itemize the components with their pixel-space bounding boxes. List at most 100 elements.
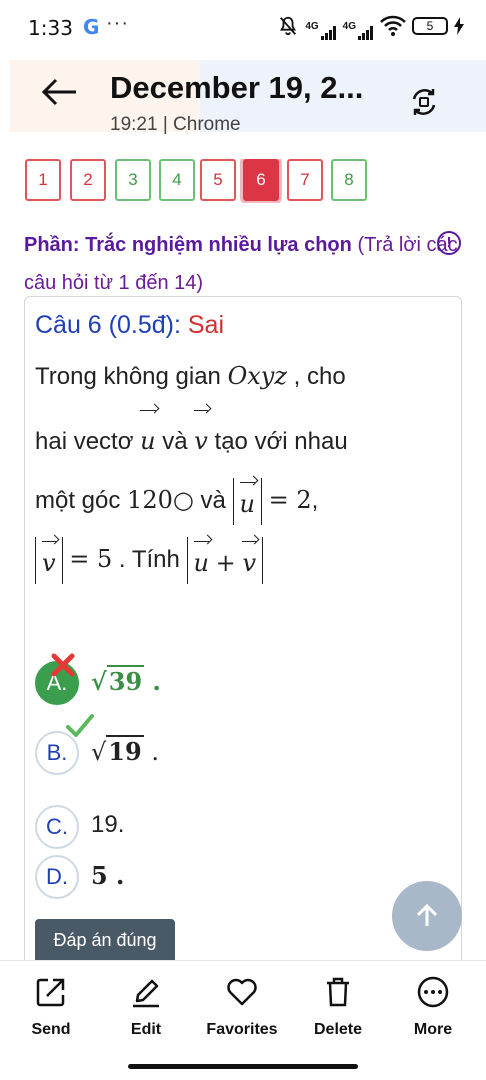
delete-button[interactable]: Delete	[292, 975, 384, 1045]
question-text: Trong không gian Oxyz , cho hai vectơ u …	[35, 347, 455, 589]
option-text: √19 .	[91, 735, 159, 766]
question-line: một góc 120○ và u = 2,	[35, 471, 455, 530]
option-text: 19.	[91, 811, 125, 838]
question-nav-button[interactable]: 1	[25, 159, 61, 201]
bottom-label: Send	[31, 1021, 71, 1038]
charging-icon	[454, 17, 464, 35]
screen-rotate-icon[interactable]	[408, 86, 440, 118]
question-header: Câu 6 (0.5đ): Sai	[35, 311, 224, 340]
math-expression: Oxyz	[227, 362, 287, 390]
bottom-label: Edit	[130, 1021, 162, 1038]
question-nav-button[interactable]: 2	[70, 159, 106, 201]
bottom-label: Delete	[313, 1021, 363, 1038]
question-line: Trong không gian Oxyz , cho	[35, 347, 455, 406]
check-mark-icon	[66, 714, 94, 737]
abs-value: v	[35, 537, 63, 585]
abs-value: u	[232, 478, 262, 526]
question-nav-button[interactable]: 3	[115, 159, 151, 201]
question-nav-button[interactable]: 4	[159, 159, 195, 201]
send-button[interactable]: Send	[5, 975, 97, 1045]
share-icon	[36, 978, 65, 1007]
question-nav-label: 8	[344, 170, 354, 189]
option-text: √39 .	[91, 665, 161, 696]
show-answer-button[interactable]: Đáp án đúng	[35, 919, 175, 961]
more-notifications-icon: ···	[106, 12, 129, 34]
question-nav-label: 6	[256, 170, 266, 189]
question-text-fragment: . Tính	[118, 546, 180, 573]
option-suffix: .	[152, 667, 161, 696]
plus-sign: +	[215, 549, 236, 578]
question-nav-label: 7	[300, 170, 310, 189]
math-expression: = 2	[268, 486, 312, 514]
question-line: v = 5 . Tính u + v	[35, 530, 455, 589]
radicand: 39	[106, 665, 145, 696]
edit-button[interactable]: Edit	[100, 975, 192, 1045]
question-navigator: 1 2 3 4 5 6 7 8	[25, 159, 486, 203]
question-nav-label: 2	[83, 170, 93, 189]
vector-v: v	[194, 406, 208, 470]
question-nav-button[interactable]: 8	[331, 159, 367, 201]
option-d[interactable]: D. 5 .	[35, 855, 435, 901]
vector-v: v	[242, 537, 256, 583]
favorites-button[interactable]: Favorites	[196, 975, 288, 1045]
question-nav-label: 5	[213, 170, 223, 189]
more-button[interactable]: More	[387, 975, 479, 1045]
question-text-fragment: Trong không gian	[35, 363, 221, 390]
arrow-up-icon	[416, 903, 438, 926]
vector-v: v	[42, 537, 56, 583]
home-indicator[interactable]	[128, 1064, 358, 1069]
question-line: hai vectơ u và v tạo với nhau	[35, 406, 455, 471]
back-arrow-icon[interactable]	[40, 72, 80, 112]
page-subtitle: 19:21 | Chrome	[110, 114, 241, 135]
more-dots-icon	[417, 976, 449, 1008]
option-a[interactable]: A. √39 .	[35, 653, 435, 707]
viewer-header: December 19, 2... 19:21 | Chrome	[0, 50, 486, 150]
signal-1-icon: 4G	[305, 20, 336, 40]
question-text-fragment: tạo với nhau	[214, 428, 348, 455]
question-text-fragment: và	[162, 428, 188, 455]
network-1-label: 4G	[305, 20, 319, 32]
option-letter: D.	[35, 855, 79, 899]
status-bar: 1:33 G ··· 4G 4G 5	[0, 0, 486, 50]
signal-2-icon: 4G	[343, 21, 374, 40]
battery-icon: 5	[412, 17, 448, 35]
option-letter: C.	[35, 805, 79, 849]
question-text-fragment: và	[200, 487, 226, 514]
question-text-fragment: ,	[311, 487, 319, 514]
status-icons: 4G 4G 5	[277, 12, 464, 40]
bottom-action-bar: Send Edit Favorites Delete More	[0, 960, 486, 1080]
wifi-icon	[380, 15, 406, 36]
bottom-label: More	[413, 1021, 453, 1038]
pencil-icon	[133, 979, 159, 1008]
sqrt-expression: √39	[91, 665, 145, 696]
vector-u: u	[193, 537, 210, 583]
question-nav-label: 4	[172, 170, 182, 189]
section-heading: Phần: Trắc nghiệm nhiều lựa chọn (Trả lờ…	[24, 226, 464, 302]
google-icon: G	[83, 15, 100, 39]
radicand: 19	[106, 735, 144, 766]
info-icon[interactable]: !	[437, 231, 461, 255]
angle-value: 120○	[127, 486, 194, 514]
option-b[interactable]: B. √19 .	[35, 714, 435, 777]
question-text-fragment: một góc	[35, 487, 121, 514]
question-label: Câu 6 (0.5đ):	[35, 311, 181, 339]
option-c[interactable]: C. 19.	[35, 805, 435, 851]
section-title: Phần: Trắc nghiệm nhiều lựa chọn	[24, 234, 352, 256]
question-status: Sai	[187, 311, 225, 339]
math-expression: = 5	[69, 545, 113, 573]
question-nav-button[interactable]: 5	[200, 159, 236, 201]
question-nav-button[interactable]: 7	[287, 159, 323, 201]
question-nav-label: 3	[128, 170, 138, 189]
scroll-top-button[interactable]	[392, 881, 462, 951]
abs-value: u + v	[186, 537, 264, 585]
heart-icon	[227, 978, 257, 1006]
vector-u: u	[239, 478, 256, 524]
question-nav-button[interactable]: 6	[243, 159, 279, 201]
question-card: Câu 6 (0.5đ): Sai Trong không gian Oxyz …	[24, 296, 462, 976]
question-text-fragment: hai vectơ	[35, 428, 134, 455]
question-nav-label: 1	[38, 170, 48, 189]
sqrt-expression: √19	[91, 735, 144, 766]
question-text-fragment: , cho	[293, 363, 346, 390]
wrong-mark-icon	[51, 653, 75, 677]
option-text: 5 .	[91, 861, 125, 890]
